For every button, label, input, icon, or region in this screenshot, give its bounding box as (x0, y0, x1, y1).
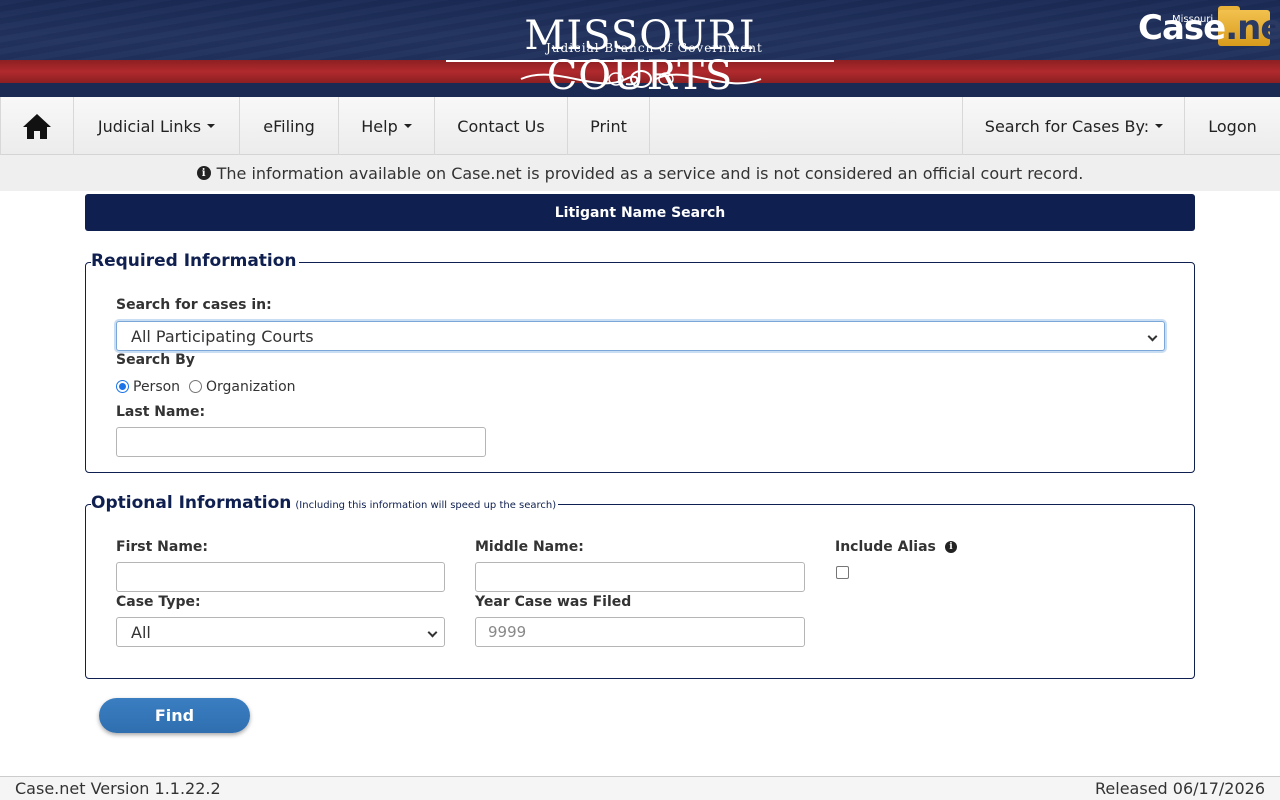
organization-radio[interactable] (189, 380, 202, 393)
case-type-select[interactable]: All (116, 617, 445, 647)
first-name-label: First Name: (116, 539, 209, 555)
logo-subtitle: Judicial Branch of Government (546, 41, 763, 55)
required-information-legend: Required Information (91, 251, 299, 271)
organization-radio-label[interactable]: Organization (206, 379, 296, 395)
find-button[interactable]: Find (99, 698, 250, 733)
search-cases-in-label: Search for cases in: (116, 297, 272, 313)
middle-name-label: Middle Name: (475, 539, 584, 555)
include-alias-checkbox[interactable] (836, 566, 849, 579)
nav-print-label: Print (590, 116, 627, 136)
optional-information-note: (Including this information will speed u… (295, 500, 557, 511)
chevron-down-icon (1147, 331, 1158, 342)
caret-down-icon (1155, 124, 1164, 128)
main-navbar: Judicial Links eFiling Help Contact Us P… (0, 97, 1280, 155)
nav-help-label: Help (361, 116, 398, 136)
caret-down-icon (207, 124, 216, 128)
casenet-logo-net: .net (1225, 8, 1280, 48)
logo-rule (446, 60, 834, 62)
year-filed-label: Year Case was Filed (475, 594, 632, 610)
nav-contact-us-label: Contact Us (457, 116, 545, 136)
last-name-label: Last Name: (116, 404, 206, 420)
page-title: Litigant Name Search (554, 204, 726, 221)
info-icon: i (196, 166, 211, 180)
nav-help[interactable]: Help (339, 97, 435, 155)
include-alias-label: Include Alias (835, 539, 936, 555)
nav-logon[interactable]: Logon (1184, 97, 1280, 155)
release-date-text: Released 06/17/2026 (1095, 779, 1265, 798)
home-icon (23, 114, 51, 139)
find-button-label: Find (154, 706, 195, 725)
nav-search-for-cases-by[interactable]: Search for Cases By: (962, 97, 1185, 155)
site-banner: MISSOURI COURTS Judicial Branch of Gover… (0, 0, 1280, 97)
nav-efiling[interactable]: eFiling (240, 97, 339, 155)
page-footer: Case.net Version 1.1.22.2 Released 06/17… (0, 776, 1280, 800)
case-type-label: Case Type: (116, 594, 201, 610)
first-name-input[interactable] (116, 562, 445, 592)
court-select[interactable]: All Participating Courts (116, 321, 1165, 351)
notice-text: The information available on Case.net is… (216, 163, 1084, 183)
info-icon[interactable]: i (945, 541, 957, 553)
nav-search-for-cases-by-label: Search for Cases By: (984, 116, 1150, 136)
nav-efiling-label: eFiling (263, 116, 315, 136)
case-type-select-value: All (131, 622, 151, 642)
nav-home[interactable] (0, 97, 74, 155)
casenet-logo-state: Missouri (1172, 14, 1214, 25)
required-information-section: Required Information Search for cases in… (85, 251, 1195, 473)
search-by-label: Search By (116, 352, 195, 368)
last-name-input[interactable] (116, 427, 486, 457)
version-text: Case.net Version 1.1.22.2 (15, 779, 221, 798)
person-radio-label[interactable]: Person (133, 379, 180, 395)
year-filed-input[interactable]: 9999 (475, 617, 805, 647)
court-select-value: All Participating Courts (131, 326, 314, 346)
optional-information-section: Optional Information (Including this info… (85, 493, 1195, 679)
optional-information-title: Optional Information (91, 493, 292, 513)
chevron-down-icon (427, 627, 438, 638)
nav-judicial-links[interactable]: Judicial Links (74, 97, 240, 155)
nav-contact-us[interactable]: Contact Us (435, 97, 568, 155)
nav-logon-label: Logon (1208, 116, 1257, 136)
nav-print[interactable]: Print (568, 97, 650, 155)
flourish-icon (520, 70, 762, 88)
optional-information-legend: Optional Information (Including this info… (91, 493, 559, 513)
required-information-title: Required Information (91, 251, 297, 271)
page-title-bar: Litigant Name Search (85, 194, 1195, 231)
nav-judicial-links-label: Judicial Links (97, 116, 202, 136)
official-record-notice: i The information available on Case.net … (0, 155, 1280, 191)
missouri-courts-logo[interactable]: MISSOURI COURTS Judicial Branch of Gover… (446, 10, 834, 96)
person-radio[interactable] (116, 380, 129, 393)
caret-down-icon (403, 124, 412, 128)
casenet-logo[interactable]: Case.net Missouri (1138, 6, 1280, 50)
middle-name-input[interactable] (475, 562, 805, 592)
